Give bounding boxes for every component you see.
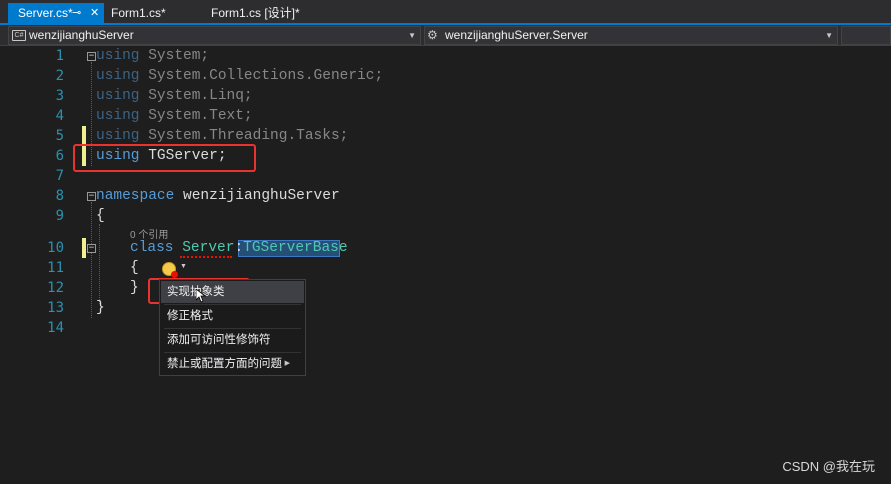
chevron-down-icon: ▼: [408, 31, 416, 40]
line-number: 13: [47, 300, 64, 316]
menu-item-add-accessibility-modifiers[interactable]: 添加可访问性修饰符: [161, 329, 304, 351]
class-icon: ⚙: [427, 28, 438, 42]
project-name: wenzijianghuServer: [29, 28, 134, 42]
collapse-toggle[interactable]: −: [87, 244, 96, 253]
line-number: 8: [55, 188, 64, 204]
code-line: using System.Threading.Tasks;: [96, 126, 348, 146]
code-line: using System.Text;: [96, 106, 253, 126]
keyword: namespace: [96, 188, 175, 204]
tab-server-cs[interactable]: Server.cs* ⊸ ✕: [8, 3, 104, 23]
tab-label: Server.cs*: [18, 6, 73, 20]
menu-item-label: 修正格式: [167, 310, 213, 322]
lightbulb-icon[interactable]: [162, 262, 178, 278]
navigation-bar: C# wenzijianghuServer ▼ ⚙ wenzijianghuSe…: [0, 25, 891, 46]
tab-label: Form1.cs [设计]*: [211, 6, 300, 20]
menu-item-label: 禁止或配置方面的问题: [167, 358, 282, 370]
member-name: wenzijianghuServer.Server: [445, 28, 588, 42]
code-line: using System.Collections.Generic;: [96, 66, 383, 86]
code-line: class Server:TGServerBase: [130, 238, 348, 258]
line-number: 10: [47, 240, 64, 256]
base-class-name: TGServerBase: [243, 240, 348, 256]
line-number: 2: [55, 68, 64, 84]
line-number: 11: [47, 260, 64, 276]
keyword: class: [130, 240, 174, 256]
code-text: System.Text;: [139, 108, 253, 124]
change-marker: [82, 126, 86, 146]
keyword: using: [96, 68, 140, 84]
third-dropdown[interactable]: [841, 26, 891, 45]
watermark: CSDN @我在玩: [782, 459, 875, 474]
menu-item-suppress-or-configure[interactable]: 禁止或配置方面的问题 ▶: [161, 353, 304, 375]
code-line: }: [96, 300, 105, 316]
keyword: using: [96, 48, 140, 64]
tab-label: Form1.cs*: [111, 6, 166, 20]
mouse-cursor-icon: [196, 289, 206, 303]
code-text: System.Threading.Tasks;: [139, 128, 349, 144]
chevron-down-icon[interactable]: ▼: [180, 263, 187, 270]
code-line: using System;: [96, 46, 209, 66]
tab-form1-designer[interactable]: Form1.cs [设计]*: [201, 3, 331, 23]
fold-guide: [91, 202, 92, 318]
line-number: 7: [55, 168, 64, 184]
document-tab-strip: Server.cs* ⊸ ✕ Form1.cs* Form1.cs [设计]*: [0, 0, 891, 25]
keyword: using: [96, 88, 140, 104]
annotation-box: [73, 144, 256, 172]
menu-item-label: 添加可访问性修饰符: [167, 334, 271, 346]
menu-item-fix-formatting[interactable]: 修正格式: [161, 305, 304, 327]
line-number: 1: [55, 48, 64, 64]
chevron-down-icon: ▼: [825, 31, 833, 40]
error-squiggle: [180, 255, 232, 258]
line-number: 14: [47, 320, 64, 336]
code-text: System;: [139, 48, 210, 64]
code-line: using System.Linq;: [96, 86, 253, 106]
keyword: using: [96, 108, 140, 124]
change-marker: [82, 238, 86, 258]
keyword: using: [96, 128, 140, 144]
collapse-toggle[interactable]: −: [87, 192, 96, 201]
close-icon[interactable]: ✕: [90, 3, 99, 23]
indent-guide: [99, 224, 100, 304]
line-number: 9: [55, 208, 64, 224]
code-line: namespace wenzijianghuServer: [96, 186, 340, 206]
code-line: }: [130, 280, 139, 296]
collapse-toggle[interactable]: −: [87, 52, 96, 61]
project-dropdown[interactable]: C# wenzijianghuServer ▼: [8, 26, 421, 45]
line-number: 6: [55, 148, 64, 164]
colon: :: [234, 240, 244, 256]
line-number: 5: [55, 128, 64, 144]
code-text: System.Collections.Generic;: [139, 68, 384, 84]
pin-icon[interactable]: ⊸: [72, 3, 81, 23]
line-number: 4: [55, 108, 64, 124]
tab-form1-cs[interactable]: Form1.cs*: [101, 3, 201, 23]
line-number: 3: [55, 88, 64, 104]
quick-actions-menu: 实现抽象类 修正格式 添加可访问性修饰符 禁止或配置方面的问题▶: [159, 279, 306, 376]
code-line: {: [130, 260, 139, 276]
submenu-arrow-icon: ▶: [284, 360, 290, 367]
member-dropdown[interactable]: ⚙ wenzijianghuServer.Server ▼: [424, 26, 838, 45]
code-text: System.Linq;: [139, 88, 253, 104]
line-number: 12: [47, 280, 64, 296]
class-name: Server: [182, 240, 235, 256]
code-text: wenzijianghuServer: [174, 188, 340, 204]
menu-item-implement-abstract-class[interactable]: 实现抽象类: [161, 281, 304, 303]
code-line: {: [96, 208, 105, 224]
csharp-project-icon: C#: [12, 30, 26, 41]
